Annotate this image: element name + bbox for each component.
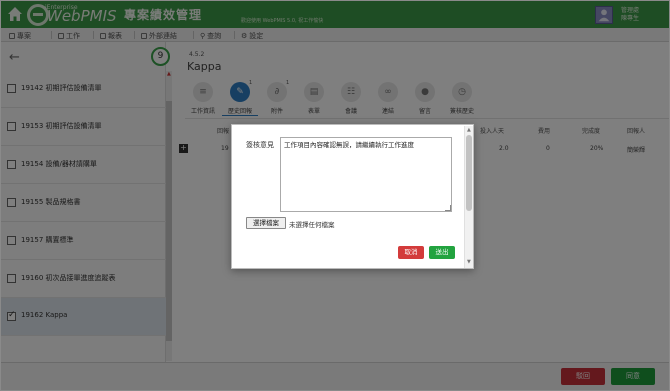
file-status: 未選擇任何檔案 (289, 221, 335, 229)
comment-textarea[interactable]: 工作項目內容確認無誤，請繼續執行工作進度 (280, 137, 452, 212)
dialog-scrollbar[interactable]: ▲ ▼ (464, 126, 473, 268)
scroll-down-icon[interactable]: ▼ (467, 259, 471, 265)
cancel-button[interactable]: 取消 (398, 246, 424, 259)
choose-file-button[interactable]: 選擇檔案 (246, 217, 286, 229)
submit-button[interactable]: 送出 (429, 246, 455, 259)
app-window: iEnterprise WebPMIS 專案績效管理 歡迎使用 WebPMIS … (0, 0, 670, 391)
approval-comment-dialog: 簽核意見 工作項目內容確認無誤，請繼續執行工作進度 選擇檔案 未選擇任何檔案 取… (231, 124, 474, 269)
scroll-up-icon[interactable]: ▲ (467, 127, 471, 133)
dialog-scroll-thumb[interactable] (466, 135, 472, 211)
resize-handle-icon[interactable] (445, 205, 451, 211)
comment-label: 簽核意見 (246, 141, 274, 149)
